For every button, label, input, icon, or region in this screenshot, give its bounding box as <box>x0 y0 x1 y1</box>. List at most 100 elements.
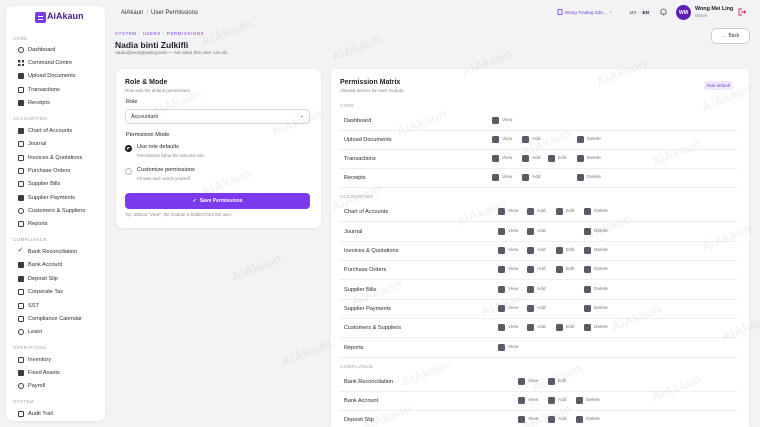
checkbox-edit[interactable] <box>556 247 563 254</box>
checkbox-add[interactable] <box>527 305 534 312</box>
permission-view[interactable]: View <box>498 247 518 254</box>
radio-customize[interactable] <box>125 168 132 175</box>
permission-add[interactable]: Add <box>522 155 541 162</box>
checkbox-edit[interactable] <box>548 155 555 162</box>
checkbox-delete[interactable] <box>584 305 591 312</box>
permission-delete[interactable]: Delete <box>577 136 601 143</box>
back-button[interactable]: ← Back <box>711 28 750 44</box>
permission-edit[interactable]: Edit <box>556 247 574 254</box>
checkbox-view[interactable] <box>518 397 525 404</box>
checkbox-view[interactable] <box>498 305 505 312</box>
checkbox-delete[interactable] <box>577 155 584 162</box>
avatar[interactable]: WM <box>676 5 691 20</box>
permission-delete[interactable]: Delete <box>577 174 601 181</box>
sidebar-item-learn[interactable]: Learn <box>18 327 42 337</box>
crumb-system[interactable]: SYSTEM <box>115 31 137 36</box>
checkbox-delete[interactable] <box>577 174 584 181</box>
radio-role-defaults[interactable] <box>125 145 132 152</box>
checkbox-add[interactable] <box>527 286 534 293</box>
checkbox-delete[interactable] <box>584 247 591 254</box>
permission-add[interactable]: Add <box>548 416 567 423</box>
sidebar-item-audit-trail[interactable]: Audit Trail <box>18 409 53 419</box>
role-select[interactable]: Accountant ⌄ <box>125 109 310 124</box>
permission-delete[interactable]: Delete <box>577 155 601 162</box>
checkbox-add[interactable] <box>522 136 529 143</box>
sidebar-item-receipts[interactable]: Receipts <box>18 98 50 108</box>
checkbox-add[interactable] <box>527 208 534 215</box>
permission-add[interactable]: Add <box>527 266 546 273</box>
checkbox-view[interactable] <box>498 266 505 273</box>
permission-delete[interactable]: Delete <box>576 416 600 423</box>
sidebar-item-journal[interactable]: Journal <box>18 139 46 149</box>
permission-view[interactable]: View <box>492 155 512 162</box>
checkbox-delete[interactable] <box>576 416 583 423</box>
sidebar-item-upload-documents[interactable]: Upload Documents <box>18 71 76 81</box>
checkbox-view[interactable] <box>498 324 505 331</box>
checkbox-add[interactable] <box>527 266 534 273</box>
sidebar-item-invoices[interactable]: Invoices & Quotations <box>18 153 82 163</box>
checkbox-view[interactable] <box>518 416 525 423</box>
checkbox-delete[interactable] <box>584 266 591 273</box>
permission-edit[interactable]: Edit <box>548 378 566 385</box>
permission-add[interactable]: Add <box>527 305 546 312</box>
company-selector[interactable]: Wong Trading Sdn... ⌄ <box>557 9 613 15</box>
sidebar-item-chart-of-accounts[interactable]: Chart of Accounts <box>18 126 72 136</box>
sidebar-item-corporate-tax[interactable]: Corporate Tax <box>18 287 63 297</box>
permission-view[interactable]: View <box>492 136 512 143</box>
sidebar-item-supplier-payments[interactable]: Supplier Payments <box>18 193 75 203</box>
lang-ms-button[interactable]: MS <box>627 8 639 16</box>
checkbox-view[interactable] <box>492 155 499 162</box>
permission-add[interactable]: Add <box>522 136 541 143</box>
checkbox-view[interactable] <box>492 136 499 143</box>
checkbox-view[interactable] <box>498 286 505 293</box>
sidebar-item-customers-suppliers[interactable]: Customers & Suppliers <box>18 206 85 216</box>
sidebar-item-reports[interactable]: Reports <box>18 219 48 229</box>
permission-add[interactable]: Add <box>527 286 546 293</box>
checkbox-delete[interactable] <box>584 324 591 331</box>
checkbox-edit[interactable] <box>556 266 563 273</box>
checkbox-add[interactable] <box>548 416 555 423</box>
sidebar-item-purchase-orders[interactable]: Purchase Orders <box>18 166 70 176</box>
permission-add[interactable]: Add <box>548 397 567 404</box>
sidebar-item-supplier-bills[interactable]: Supplier Bills <box>18 179 60 189</box>
checkbox-delete[interactable] <box>584 228 591 235</box>
permission-add[interactable]: Add <box>527 208 546 215</box>
permission-view[interactable]: View <box>518 416 538 423</box>
sidebar-item-inventory[interactable]: Inventory <box>18 355 51 365</box>
sidebar-item-sst[interactable]: SST <box>18 301 39 311</box>
checkbox-edit[interactable] <box>556 324 563 331</box>
permission-add[interactable]: Add <box>527 247 546 254</box>
permission-add[interactable]: Add <box>522 174 541 181</box>
sidebar-item-payroll[interactable]: Payroll <box>18 381 45 391</box>
permission-view[interactable]: View <box>498 324 518 331</box>
checkbox-edit[interactable] <box>556 208 563 215</box>
permission-edit[interactable]: Edit <box>556 208 574 215</box>
permission-delete[interactable]: Delete <box>584 266 608 273</box>
permission-edit[interactable]: Edit <box>556 266 574 273</box>
permission-view[interactable]: View <box>492 174 512 181</box>
permission-delete[interactable]: Delete <box>584 247 608 254</box>
sidebar-item-deposit-slip[interactable]: Deposit Slip <box>18 274 58 284</box>
permission-view[interactable]: View <box>498 286 518 293</box>
checkbox-add[interactable] <box>527 228 534 235</box>
breadcrumb-root[interactable]: AiAkaun <box>121 10 143 16</box>
checkbox-delete[interactable] <box>584 286 591 293</box>
checkbox-add[interactable] <box>548 397 555 404</box>
permission-view[interactable]: View <box>498 208 518 215</box>
permission-add[interactable]: Add <box>527 228 546 235</box>
checkbox-delete[interactable] <box>584 208 591 215</box>
permission-edit[interactable]: Edit <box>556 324 574 331</box>
sidebar-item-bank-account[interactable]: Bank Account <box>18 260 62 270</box>
sidebar-item-fixed-assets[interactable]: Fixed Assets <box>18 368 60 378</box>
sidebar-item-compliance-calendar[interactable]: Compliance Calendar <box>18 314 82 324</box>
permission-delete[interactable]: Delete <box>576 397 600 404</box>
permission-view[interactable]: View <box>518 397 538 404</box>
sidebar-item-command-centre[interactable]: Command Centre <box>18 58 72 68</box>
permission-add[interactable]: Add <box>527 324 546 331</box>
save-permissions-button[interactable]: ✓ Save Permissions <box>125 193 310 209</box>
sidebar-item-bank-reconciliation[interactable]: Bank Reconciliation <box>18 246 78 257</box>
checkbox-view[interactable] <box>498 344 505 351</box>
checkbox-view[interactable] <box>518 378 525 385</box>
permission-delete[interactable]: Delete <box>584 228 608 235</box>
checkbox-view[interactable] <box>498 228 505 235</box>
